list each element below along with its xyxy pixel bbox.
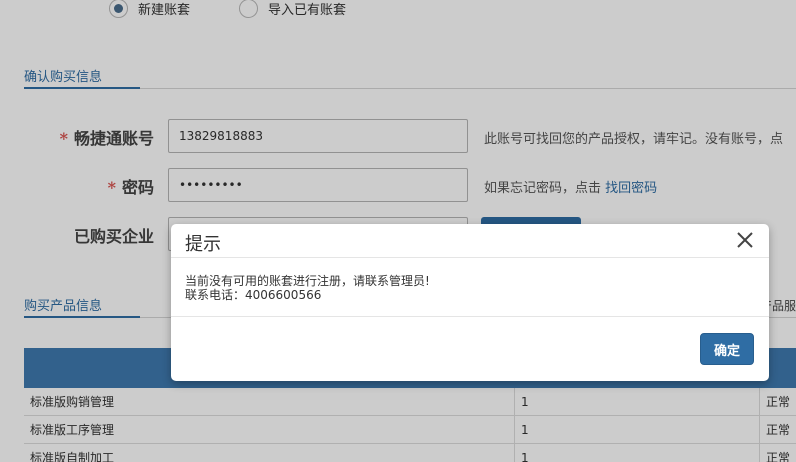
dialog-footer: 确定 — [171, 317, 769, 380]
dialog-message: 当前没有可用的账套进行注册，请联系管理员! — [185, 274, 430, 288]
dialog-header: 提示 — [171, 224, 769, 258]
dialog-body: 当前没有可用的账套进行注册，请联系管理员! 联系电话：4006600566 — [171, 258, 769, 317]
purchase-page: 新建账套 导入已有账套 确认购买信息 * 畅捷通账号 13829818883 此账… — [0, 0, 796, 462]
dialog-title: 提示 — [185, 234, 221, 255]
dialog-contact: 联系电话：4006600566 — [185, 288, 322, 302]
close-icon[interactable] — [735, 230, 755, 250]
confirm-button[interactable]: 确定 — [700, 333, 754, 365]
alert-dialog: 提示 当前没有可用的账套进行注册，请联系管理员! 联系电话：4006600566… — [171, 224, 769, 381]
